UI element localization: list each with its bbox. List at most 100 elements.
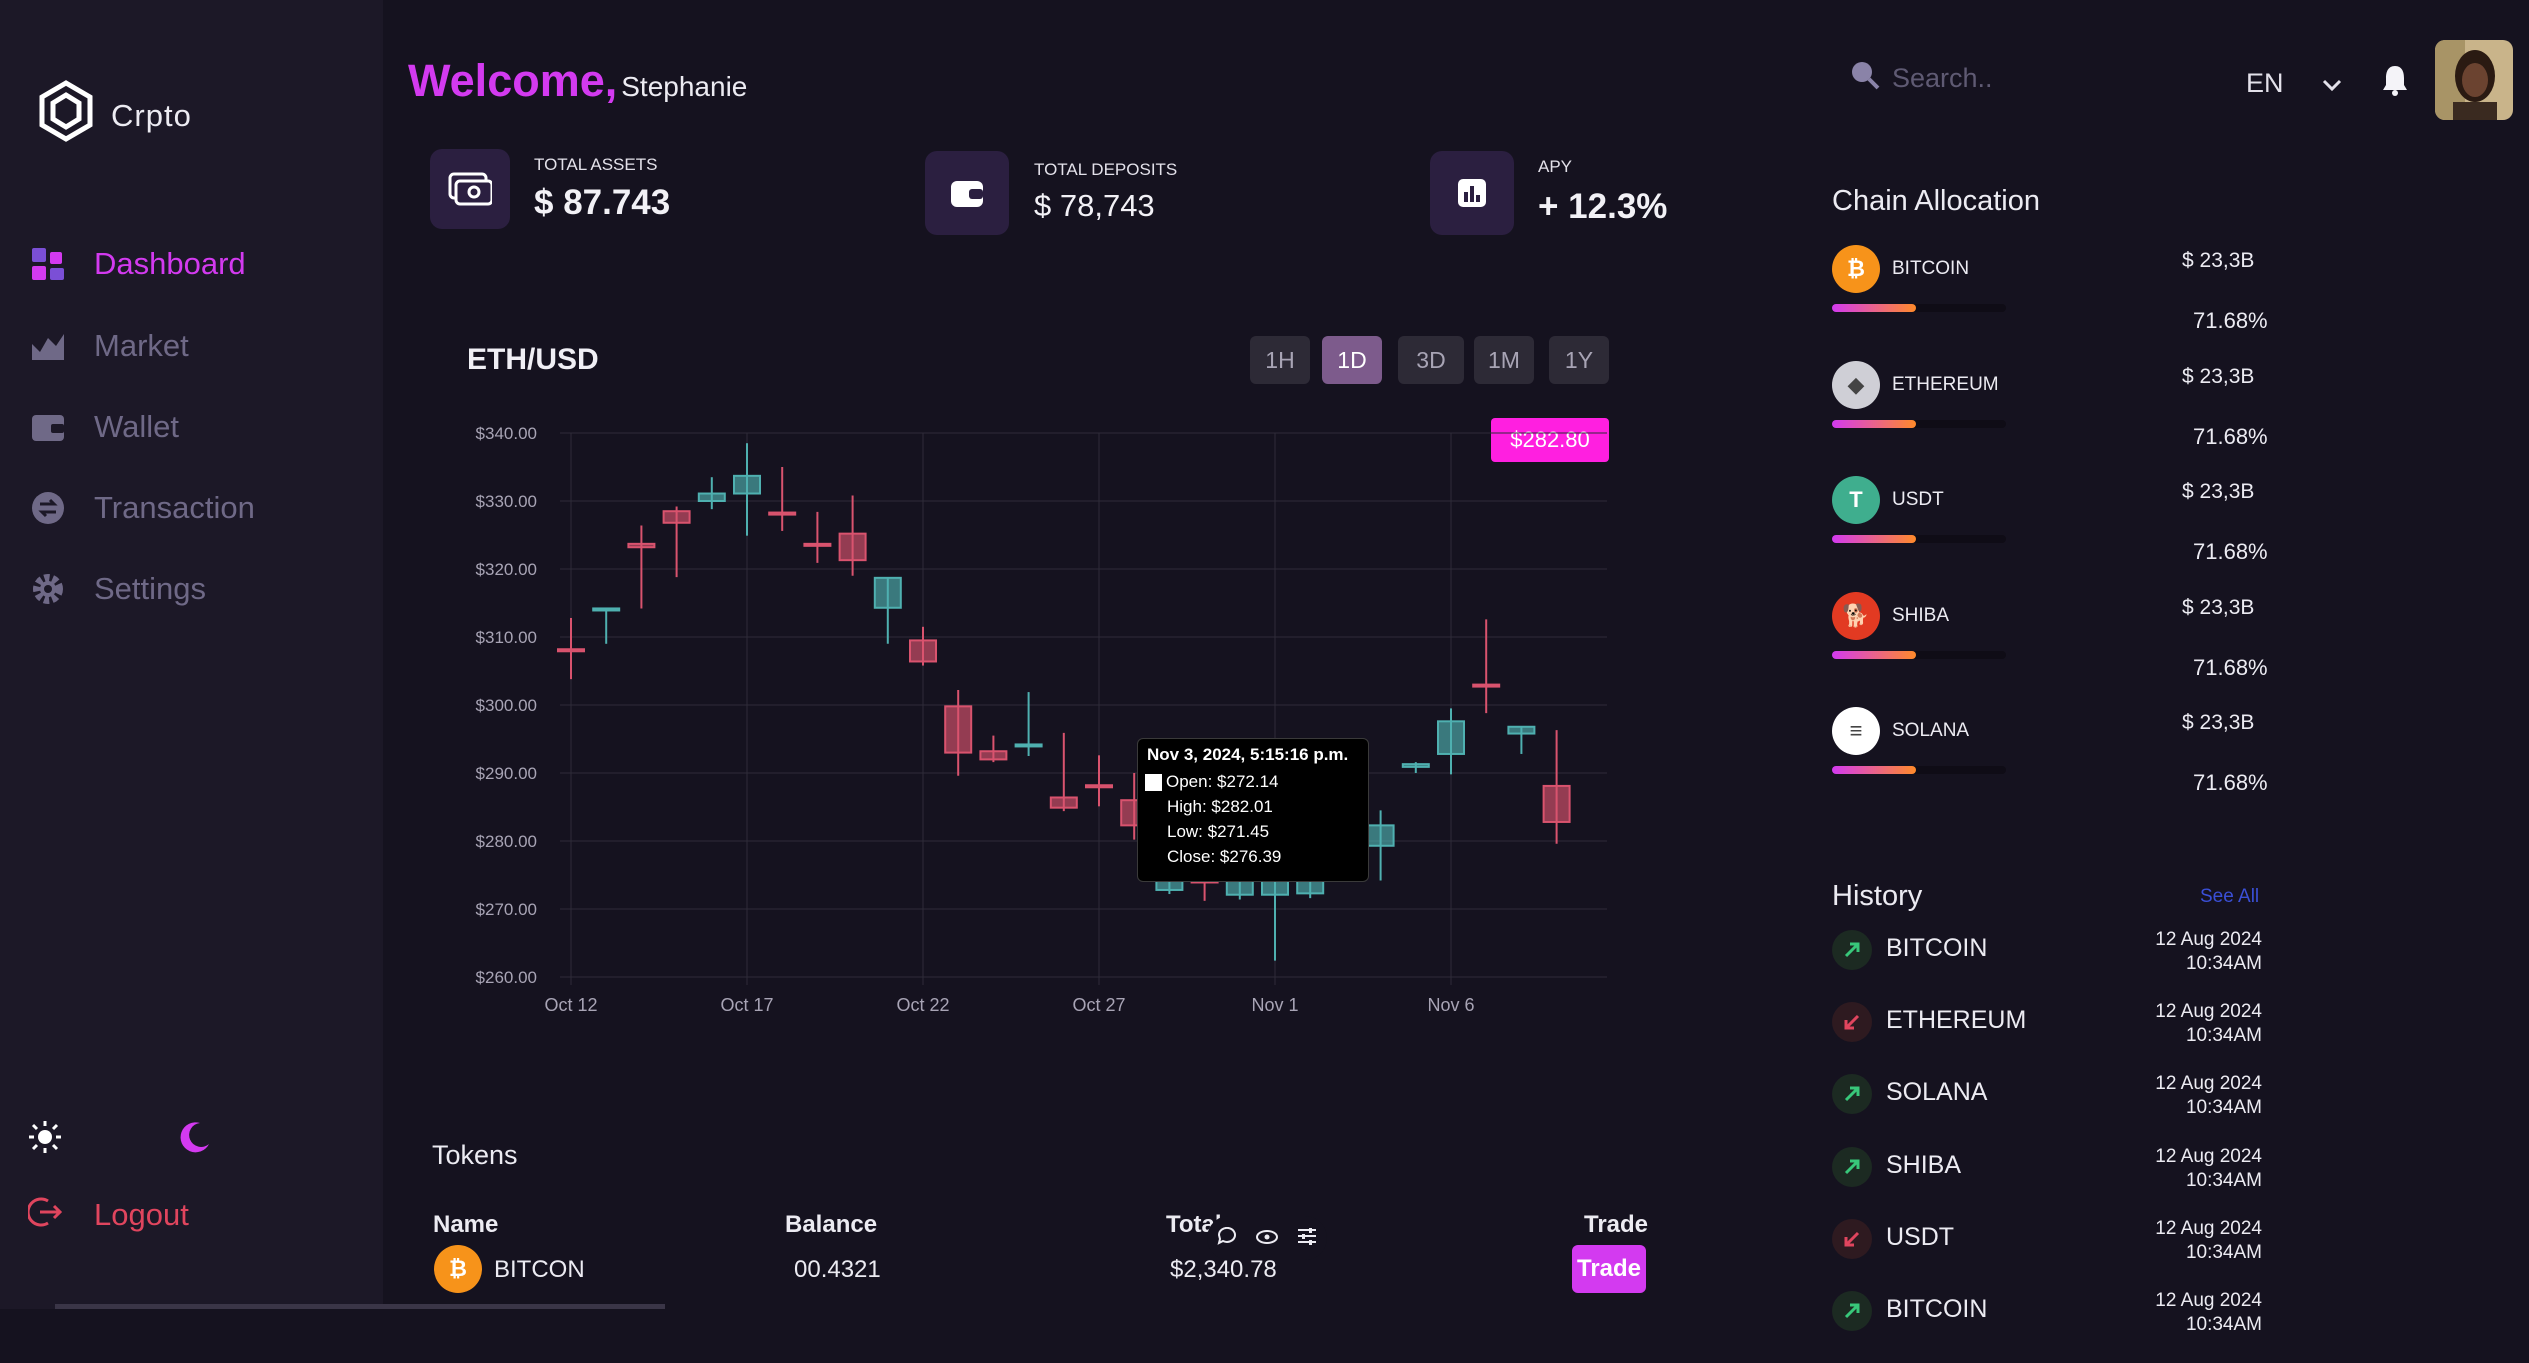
arrow-down-left-icon bbox=[1832, 1218, 1872, 1259]
coin-amount: $ 23,3B bbox=[2182, 711, 2255, 734]
history-date-line: 12 Aug 2024 bbox=[2155, 1217, 2262, 1239]
history-time: 10:34AM bbox=[2185, 1025, 2262, 1047]
arrow-down-left-icon bbox=[1832, 1002, 1872, 1043]
allocation-bar-fill bbox=[1832, 535, 1916, 543]
history-date: 12 Aug 2024 10:34AM bbox=[2155, 1217, 2262, 1265]
y-tick-label: $270.00 bbox=[476, 900, 537, 919]
chain-allocation-row: T USDT $ 23,3B 71.68% bbox=[1832, 474, 2268, 574]
candle-body bbox=[1542, 784, 1571, 823]
y-tick-label: $330.00 bbox=[476, 492, 537, 511]
history-date-line: 12 Aug 2024 bbox=[2155, 1073, 2262, 1095]
chain-allocation-row: ≡ SOLANA $ 23,3B 71.68% bbox=[1832, 705, 2268, 805]
column-header: Balance bbox=[785, 1211, 878, 1238]
history-item[interactable]: BITCOIN 12 Aug 2024 10:34AM bbox=[1832, 1290, 2262, 1363]
tooltip-open: Open: $272.14 bbox=[1166, 772, 1279, 791]
candle-body bbox=[803, 542, 832, 547]
arrow-up-right-icon bbox=[1832, 1291, 1872, 1331]
bitcoin-icon: ₿ bbox=[434, 1245, 482, 1293]
y-tick-label: $300.00 bbox=[476, 696, 537, 715]
history-item[interactable]: ETHEREUM 12 Aug 2024 10:34AM bbox=[1832, 1000, 2262, 1074]
allocation-bar-fill bbox=[1832, 419, 1916, 428]
x-tick-label: Oct 22 bbox=[896, 995, 949, 1015]
coin-percent: 71.68% bbox=[2193, 770, 2268, 795]
history-item[interactable]: SOLANA 12 Aug 2024 10:34AM bbox=[1832, 1072, 2262, 1146]
candle-body bbox=[1437, 720, 1465, 755]
candle-body bbox=[944, 705, 973, 754]
candle-body bbox=[592, 607, 621, 612]
history-name: BITCOIN bbox=[1886, 1295, 1988, 1323]
coin-amount: $ 23,3B bbox=[2182, 249, 2255, 272]
candle-body bbox=[1472, 683, 1501, 688]
token-total: $2,340.78 bbox=[1170, 1256, 1277, 1283]
chain-allocation-row: ◆ ETHEREUM $ 23,3B 71.68% bbox=[1832, 359, 2268, 459]
history-time: 10:34AM bbox=[2185, 1097, 2262, 1119]
history-item[interactable]: BITCOIN 12 Aug 2024 10:34AM bbox=[1832, 928, 2262, 1002]
coin-name: BITCOIN bbox=[1892, 258, 1970, 279]
trade-button[interactable]: Trade bbox=[1572, 1245, 1646, 1293]
history-item[interactable]: USDT 12 Aug 2024 10:34AM bbox=[1832, 1217, 2262, 1291]
y-tick-label: $310.00 bbox=[476, 628, 537, 647]
candle-body bbox=[873, 576, 902, 609]
chain-allocation-title: Chain Allocation bbox=[1832, 185, 2040, 217]
coin-name: USDT bbox=[1892, 489, 1944, 510]
y-tick-label: $320.00 bbox=[476, 560, 537, 579]
tooltip-close: Close: $276.39 bbox=[1167, 847, 1282, 866]
coin-percent: 71.68% bbox=[2193, 423, 2268, 449]
history-date: 12 Aug 2024 10:34AM bbox=[2155, 928, 2262, 976]
y-tick-label: $290.00 bbox=[476, 764, 537, 783]
chain-allocation-row: ₿ BITCOIN $ 23,3B 71.68% bbox=[1832, 243, 2268, 343]
chart-tooltip: Nov 3, 2024, 5:15:16 p.m. Open: $272.14 … bbox=[1137, 738, 1369, 882]
y-tick-label: $280.00 bbox=[476, 832, 537, 851]
candle-body bbox=[838, 532, 867, 562]
y-tick-label: $260.00 bbox=[476, 968, 537, 987]
candle-body bbox=[662, 510, 691, 524]
candle-body bbox=[697, 492, 726, 502]
history-time: 10:34AM bbox=[2185, 1241, 2262, 1263]
allocation-bar-fill bbox=[1832, 650, 1916, 659]
tooltip-high: High: $282.01 bbox=[1167, 797, 1273, 816]
coin-name: SOLANA bbox=[1892, 720, 1970, 741]
history-item[interactable]: SHIBA 12 Aug 2024 10:34AM bbox=[1832, 1145, 2262, 1219]
history-time: 10:34AM bbox=[2185, 1169, 2262, 1191]
allocation-bar bbox=[1832, 766, 2006, 774]
candle-body bbox=[1366, 824, 1395, 847]
candle-body bbox=[1014, 743, 1043, 748]
history-date-line: 12 Aug 2024 bbox=[2155, 1290, 2262, 1311]
token-name: BITCON bbox=[494, 1256, 585, 1283]
history-name: SHIBA bbox=[1886, 1150, 1962, 1179]
coin-icon: ≡ bbox=[1832, 707, 1880, 755]
allocation-bar bbox=[1832, 304, 2006, 312]
history-date: 12 Aug 2024 10:34AM bbox=[2155, 1145, 2262, 1193]
eye-icon[interactable] bbox=[1255, 1228, 1278, 1249]
token-balance: 00.4321 bbox=[794, 1256, 881, 1283]
comment-icon[interactable] bbox=[1217, 1226, 1237, 1250]
sliders-icon[interactable] bbox=[1297, 1227, 1317, 1250]
tooltip-low: Low: $271.45 bbox=[1167, 822, 1270, 841]
x-tick-label: Nov 1 bbox=[1251, 995, 1298, 1015]
history-time: 10:34AM bbox=[2185, 1314, 2262, 1335]
y-tick-label: $340.00 bbox=[476, 424, 537, 443]
history-date: 12 Aug 2024 10:34AM bbox=[2155, 1000, 2262, 1048]
coin-icon: ₿ bbox=[1832, 245, 1880, 293]
history-date-line: 12 Aug 2024 bbox=[2155, 1145, 2262, 1167]
candle-body bbox=[768, 511, 797, 516]
chain-allocation-row: 🐕 SHIBA $ 23,3B 71.68% bbox=[1832, 590, 2268, 690]
candle-body bbox=[627, 542, 656, 549]
coin-percent: 71.68% bbox=[2193, 654, 2268, 680]
x-tick-label: Nov 6 bbox=[1427, 995, 1474, 1015]
x-tick-label: Oct 27 bbox=[1072, 995, 1125, 1015]
coin-name: ETHEREUM bbox=[1892, 373, 1999, 395]
history-name: USDT bbox=[1886, 1222, 1955, 1251]
coin-name: SHIBA bbox=[1892, 604, 1950, 626]
arrow-up-right-icon bbox=[1832, 1074, 1872, 1115]
allocation-bar bbox=[1832, 535, 2006, 543]
tooltip-title: Nov 3, 2024, 5:15:16 p.m. bbox=[1147, 745, 1349, 764]
history-name: SOLANA bbox=[1886, 1078, 1988, 1107]
x-tick-label: Oct 12 bbox=[544, 995, 597, 1015]
history-title: History bbox=[1832, 880, 1923, 912]
history-date: 12 Aug 2024 10:34AM bbox=[2155, 1072, 2262, 1120]
see-all-link[interactable]: See All bbox=[2200, 886, 2259, 908]
candle-body bbox=[1049, 796, 1078, 809]
candle-body bbox=[979, 750, 1008, 761]
arrow-up-right-icon bbox=[1832, 930, 1872, 970]
